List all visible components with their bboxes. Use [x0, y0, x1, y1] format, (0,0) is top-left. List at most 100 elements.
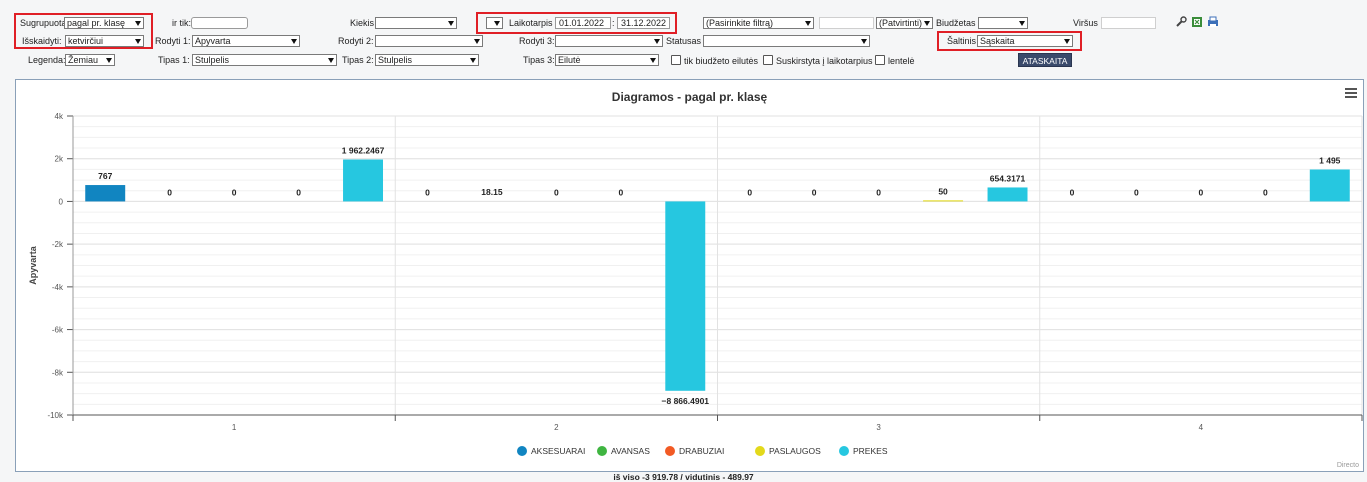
period-to-input[interactable]: 31.12.2022 — [617, 17, 670, 29]
source-select[interactable]: Sąskaita — [977, 35, 1073, 47]
bar-prekes — [665, 201, 706, 391]
print-icon[interactable] — [1207, 16, 1219, 28]
budget-label: Biudžetas — [936, 18, 976, 28]
settings-wrench-icon[interactable] — [1175, 16, 1187, 28]
split-select[interactable]: ketvirčiui — [65, 35, 144, 47]
data-label: 0 — [296, 187, 301, 197]
data-label: 1 495 — [1319, 155, 1341, 165]
y-tick-label: -10k — [47, 411, 64, 420]
data-label: 18.15 — [481, 187, 503, 197]
data-label: 0 — [232, 187, 237, 197]
x-tick-label: 1 — [232, 423, 237, 432]
irtik-input[interactable] — [191, 17, 248, 29]
chart-panel: Diagramos - pagal pr. klasę 4k 2k 0 -2k -4k -… — [15, 79, 1364, 472]
status-label: Statusas — [666, 36, 702, 46]
data-label: 0 — [1134, 187, 1139, 197]
budget-only-checkbox[interactable] — [671, 55, 681, 65]
legend-marker — [839, 446, 849, 456]
type2-label: Tipas 2: — [342, 55, 374, 65]
bar-prekes — [343, 159, 384, 202]
group-select[interactable]: pagal pr. klasę — [64, 17, 144, 29]
legend-item: AVANSAS — [611, 446, 650, 456]
period-label: Laikotarpis — [509, 18, 553, 28]
show1-label: Rodyti 1: — [155, 36, 191, 46]
y-tick-label: -6k — [52, 326, 64, 335]
top-input[interactable] — [1101, 17, 1156, 29]
data-label: 0 — [1199, 187, 1204, 197]
data-label: 0 — [1070, 187, 1075, 197]
filter-select[interactable]: (Pasirinkite filtrą) — [703, 17, 814, 29]
bar-paslaugos — [923, 200, 964, 202]
split-periods-checkbox[interactable] — [763, 55, 773, 65]
split-label: Išskaidyti: — [22, 36, 62, 46]
data-label: 0 — [618, 187, 623, 197]
chart-credits: Directo — [1336, 462, 1359, 469]
legend-label: Legenda: — [28, 55, 66, 65]
budget-select[interactable] — [978, 17, 1028, 29]
status-select[interactable] — [703, 35, 870, 47]
data-label: 0 — [812, 187, 817, 197]
filter-value-input[interactable] — [819, 17, 874, 29]
type1-select[interactable]: Stulpelis — [192, 54, 337, 66]
split-periods-label: Suskirstyta į laikotarpius — [776, 56, 873, 66]
y-tick-label: -4k — [52, 283, 64, 292]
legend-select[interactable]: Žemiau — [65, 54, 115, 66]
legend-item: PREKES — [853, 446, 888, 456]
summary-footer: iš viso -3 919.78 / vidutinis - 489.97 — [613, 472, 754, 482]
y-tick-label: -8k — [52, 368, 64, 377]
bar-chart: 4k 2k 0 -2k -4k -6k -8k -10k 1 2 3 4 Apyvarta 767 0 0 0 0… — [28, 112, 1363, 456]
data-label: 0 — [425, 187, 430, 197]
budget-only-label: tik biudžeto eilutės — [684, 56, 759, 66]
x-tick-label: 2 — [554, 423, 559, 432]
show2-label: Rodyti 2: — [338, 36, 374, 46]
excel-export-icon[interactable] — [1191, 16, 1203, 28]
source-label: Šaltinis — [947, 36, 977, 46]
period-from-input[interactable]: 01.01.2022 — [555, 17, 611, 29]
confirmed-select[interactable]: (Patvirtinti) — [876, 17, 933, 29]
x-tick-label: 4 — [1199, 423, 1204, 432]
legend-item: AKSESUARAI — [531, 446, 585, 456]
period-toggle[interactable] — [486, 17, 503, 29]
x-tick-label: 3 — [876, 423, 881, 432]
qty-select[interactable] — [375, 17, 457, 29]
data-label: 767 — [98, 171, 112, 181]
data-label: −8 866.4901 — [662, 396, 710, 406]
group-label: Sugrupuota — [20, 18, 67, 28]
legend-item: DRABUZIAI — [679, 446, 724, 456]
legend-item: PASLAUGOS — [769, 446, 821, 456]
legend-marker — [755, 446, 765, 456]
type3-label: Tipas 3: — [523, 55, 555, 65]
data-label: 654.3171 — [990, 173, 1026, 183]
legend-marker — [517, 446, 527, 456]
data-label: 0 — [876, 187, 881, 197]
bar-aksesuarai — [85, 185, 126, 202]
filter-toolbar: Sugrupuota pagal pr. klasę ir tik: Kieki… — [0, 0, 1367, 74]
show3-label: Rodyti 3: — [519, 36, 555, 46]
data-label: 0 — [1263, 187, 1268, 197]
irtik-label: ir tik: — [172, 18, 191, 28]
data-label: 0 — [167, 187, 172, 197]
y-tick-label: 0 — [59, 197, 64, 206]
show1-select[interactable]: Apyvarta — [192, 35, 300, 47]
bar-prekes — [987, 187, 1028, 202]
type3-select[interactable]: Eilutė — [555, 54, 659, 66]
data-label: 1 962.2467 — [342, 146, 385, 156]
type2-select[interactable]: Stulpelis — [375, 54, 479, 66]
data-label: 50 — [938, 186, 948, 196]
bar-prekes — [1309, 169, 1350, 202]
qty-label: Kiekis — [350, 18, 375, 28]
table-checkbox[interactable] — [875, 55, 885, 65]
data-label: 0 — [747, 187, 752, 197]
table-label: lentelė — [888, 56, 915, 66]
type1-label: Tipas 1: — [158, 55, 190, 65]
y-tick-label: 2k — [55, 155, 64, 164]
data-label: 0 — [554, 187, 559, 197]
y-axis-title: Apyvarta — [28, 245, 38, 285]
legend-marker — [597, 446, 607, 456]
show3-select[interactable] — [555, 35, 663, 47]
top-label: Viršus — [1073, 18, 1098, 28]
legend-marker — [665, 446, 675, 456]
show2-select[interactable] — [375, 35, 483, 47]
y-tick-label: -2k — [52, 240, 64, 249]
report-button[interactable]: ATASKAITA — [1018, 53, 1072, 67]
